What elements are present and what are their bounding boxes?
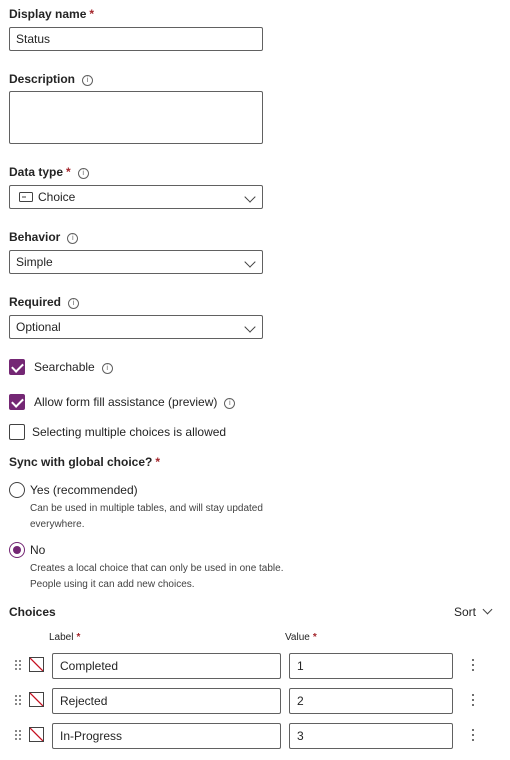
- sync-yes-label: Yes (recommended): [30, 483, 138, 497]
- value-column-header: Value *: [285, 632, 317, 643]
- choice-label-value: Completed: [60, 659, 119, 673]
- sort-label: Sort: [454, 605, 477, 619]
- chevron-down-icon: [244, 191, 256, 203]
- display-name-value: Status: [16, 32, 51, 46]
- no-color-swatch[interactable]: [29, 692, 44, 707]
- no-color-icon: [30, 658, 43, 671]
- sync-global-choice-label: Sync with global choice? *: [9, 455, 160, 469]
- description-label-text: Description: [9, 72, 76, 86]
- drag-handle-icon[interactable]: [15, 730, 23, 742]
- choice-value-value: 2: [297, 694, 304, 708]
- required-marker: *: [312, 632, 317, 643]
- searchable-label: Searchable i: [34, 360, 113, 374]
- sync-yes-hint: Can be used in multiple tables, and will…: [30, 503, 263, 530]
- choice-type-icon: [19, 192, 33, 202]
- no-color-swatch[interactable]: [29, 727, 44, 742]
- choice-label-input[interactable]: Rejected: [52, 688, 281, 714]
- sync-no-hint: Creates a local choice that can only be …: [30, 563, 284, 590]
- choice-value-input[interactable]: 2: [289, 688, 453, 714]
- choice-label-input[interactable]: In-Progress: [52, 723, 281, 749]
- info-icon[interactable]: i: [82, 75, 94, 86]
- choice-label-input[interactable]: Completed: [52, 653, 281, 679]
- behavior-label: Behavior i: [9, 230, 79, 244]
- required-dropdown[interactable]: Optional: [9, 315, 263, 339]
- info-icon[interactable]: i: [67, 233, 79, 244]
- no-color-icon: [30, 728, 43, 741]
- chevron-down-icon: [244, 256, 256, 268]
- choice-value-value: 3: [297, 729, 304, 743]
- searchable-label-text: Searchable: [34, 360, 95, 374]
- choice-value-input[interactable]: 1: [289, 653, 453, 679]
- behavior-value: Simple: [16, 255, 53, 269]
- more-vertical-icon[interactable]: [472, 729, 475, 741]
- choice-label-value: Rejected: [60, 694, 108, 708]
- required-marker: *: [76, 632, 81, 643]
- behavior-label-text: Behavior: [9, 230, 61, 244]
- data-type-label: Data type * i: [9, 165, 89, 179]
- more-vertical-icon[interactable]: [472, 694, 475, 706]
- searchable-checkbox[interactable]: [9, 359, 25, 375]
- sync-no-label: No: [30, 543, 46, 557]
- sync-yes-radio[interactable]: [9, 482, 25, 498]
- choice-value-value: 1: [297, 659, 304, 673]
- info-icon[interactable]: i: [101, 363, 113, 374]
- info-icon[interactable]: i: [224, 398, 236, 409]
- drag-handle-icon[interactable]: [15, 660, 23, 672]
- required-value: Optional: [16, 320, 61, 334]
- drag-handle-icon[interactable]: [15, 695, 23, 707]
- description-textarea[interactable]: [9, 91, 263, 144]
- value-header-text: Value: [285, 632, 310, 643]
- no-color-icon: [30, 693, 43, 706]
- behavior-dropdown[interactable]: Simple: [9, 250, 263, 274]
- form-fill-label-text: Allow form fill assistance (preview): [34, 395, 218, 409]
- data-type-dropdown[interactable]: Choice: [9, 185, 263, 209]
- label-column-header: Label *: [49, 632, 80, 643]
- choices-title: Choices: [9, 605, 56, 619]
- display-name-label: Display name *: [9, 7, 94, 21]
- sync-label-text: Sync with global choice?: [9, 455, 153, 469]
- sync-no-radio[interactable]: [9, 542, 25, 558]
- chevron-down-icon: [482, 604, 493, 615]
- choice-label-value: In-Progress: [60, 729, 123, 743]
- no-color-swatch[interactable]: [29, 657, 44, 672]
- display-name-label-text: Display name: [9, 7, 87, 21]
- sort-button[interactable]: Sort: [454, 604, 493, 619]
- description-label: Description i: [9, 72, 94, 86]
- info-icon[interactable]: i: [68, 298, 80, 309]
- form-fill-checkbox[interactable]: [9, 394, 25, 410]
- display-name-input[interactable]: Status: [9, 27, 263, 51]
- required-marker: *: [89, 7, 95, 21]
- label-header-text: Label: [49, 632, 74, 643]
- required-label: Required i: [9, 295, 80, 309]
- required-marker: *: [155, 455, 161, 469]
- multiple-choices-checkbox[interactable]: [9, 424, 25, 440]
- required-marker: *: [66, 165, 71, 179]
- info-icon[interactable]: i: [77, 168, 89, 179]
- data-type-label-text: Data type: [9, 165, 64, 179]
- choice-value-input[interactable]: 3: [289, 723, 453, 749]
- chevron-down-icon: [244, 321, 256, 333]
- form-fill-label: Allow form fill assistance (preview) i: [34, 395, 236, 409]
- more-vertical-icon[interactable]: [472, 659, 475, 671]
- data-type-value: Choice: [38, 190, 76, 204]
- multiple-choices-label: Selecting multiple choices is allowed: [32, 425, 227, 439]
- required-label-text: Required: [9, 295, 62, 309]
